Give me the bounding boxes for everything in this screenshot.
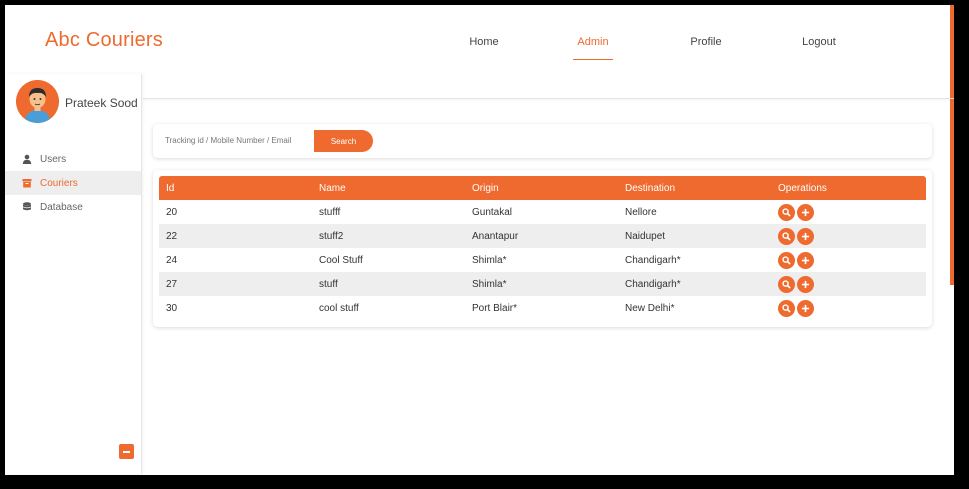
couriers-table: Id Name Origin Destination Operations 20…: [159, 176, 926, 320]
cell-destination: Nellore: [625, 206, 657, 218]
cell-id: 30: [166, 302, 178, 314]
nav-profile-link[interactable]: Profile: [690, 35, 722, 60]
column-header-id: Id: [166, 182, 175, 194]
sidebar-item-label: Couriers: [40, 177, 78, 189]
view-button[interactable]: [778, 203, 795, 221]
nav-logout-link[interactable]: Logout: [802, 35, 836, 60]
plus-icon: [801, 304, 810, 312]
search-input[interactable]: [159, 130, 316, 151]
cell-name: cool stuff: [319, 302, 359, 314]
sidebar-item-couriers[interactable]: Couriers: [5, 171, 141, 195]
scrollbar-thumb[interactable]: [950, 5, 954, 285]
table-row: 24 Cool Stuff Shimla* Chandigarh*: [159, 248, 926, 272]
plus-icon: [801, 208, 810, 216]
sidebar-item-users[interactable]: Users: [5, 147, 141, 171]
search-icon: [782, 279, 791, 289]
database-icon: [22, 202, 32, 212]
add-button[interactable]: [797, 275, 814, 293]
sidebar-item-label: Users: [40, 153, 67, 165]
minus-icon: [123, 450, 130, 453]
top-navigation: Home Admin Profile Logout: [5, 35, 954, 65]
table-row: 20 stufff Guntakal Nellore: [159, 200, 926, 224]
cell-operations: [771, 200, 926, 224]
table-header-row: Id Name Origin Destination Operations: [159, 176, 926, 200]
column-header-origin: Origin: [472, 182, 499, 194]
cell-id: 24: [166, 254, 178, 266]
plus-icon: [801, 280, 810, 288]
app-window: Abc Couriers Home Admin Profile Logout P…: [0, 0, 969, 489]
cell-destination: Chandigarh*: [625, 278, 681, 290]
search-icon: [782, 231, 791, 241]
cell-operations: [771, 224, 926, 248]
add-button[interactable]: [797, 203, 814, 221]
search-icon: [782, 207, 791, 217]
cell-id: 27: [166, 278, 178, 290]
search-button[interactable]: Search: [314, 130, 373, 152]
add-button[interactable]: [797, 299, 814, 317]
collapse-sidebar-button[interactable]: [119, 444, 134, 459]
cell-id: 20: [166, 206, 178, 218]
cell-operations: [771, 248, 926, 272]
view-button[interactable]: [778, 251, 795, 269]
sidebar: Prateek Sood Users Couriers Database: [5, 74, 142, 474]
cell-destination: Chandigarh*: [625, 254, 681, 266]
cell-operations: [771, 272, 926, 296]
nav-home-link[interactable]: Home: [469, 35, 499, 60]
cell-destination: Naidupet: [625, 230, 666, 242]
cell-operations: [771, 296, 926, 320]
header-divider: [143, 98, 954, 99]
cell-origin: Port Blair*: [472, 302, 518, 314]
avatar: [16, 80, 59, 123]
profile-name: Prateek Sood: [65, 96, 138, 110]
column-header-destination: Destination: [625, 182, 676, 194]
sidebar-item-database[interactable]: Database: [5, 195, 141, 219]
column-header-name: Name: [319, 182, 346, 194]
table-row: 22 stuff2 Anantapur Naidupet: [159, 224, 926, 248]
column-header-operations: Operations: [778, 182, 827, 194]
search-icon: [782, 255, 791, 265]
add-button[interactable]: [797, 251, 814, 269]
cell-name: stuff2: [319, 230, 344, 242]
table-row: 27 stuff Shimla* Chandigarh*: [159, 272, 926, 296]
plus-icon: [801, 232, 810, 240]
cell-name: Cool Stuff: [319, 254, 363, 266]
cell-destination: New Delhi*: [625, 302, 675, 314]
cell-origin: Guntakal: [472, 206, 513, 218]
cell-origin: Shimla*: [472, 254, 507, 266]
cell-id: 22: [166, 230, 178, 242]
view-button[interactable]: [778, 227, 795, 245]
cell-origin: Anantapur: [472, 230, 519, 242]
couriers-table-card: Id Name Origin Destination Operations 20…: [153, 170, 932, 327]
search-card: Search: [153, 124, 932, 158]
nav-admin-link[interactable]: Admin: [573, 35, 613, 60]
box-icon: [22, 178, 32, 188]
add-button[interactable]: [797, 227, 814, 245]
cell-name: stufff: [319, 206, 341, 218]
search-icon: [782, 303, 791, 313]
view-button[interactable]: [778, 275, 795, 293]
plus-icon: [801, 256, 810, 264]
view-button[interactable]: [778, 299, 795, 317]
cell-name: stuff: [319, 278, 338, 290]
user-icon: [22, 154, 32, 164]
cell-origin: Shimla*: [472, 278, 507, 290]
sidebar-item-label: Database: [40, 201, 83, 213]
table-row: 30 cool stuff Port Blair* New Delhi*: [159, 296, 926, 320]
